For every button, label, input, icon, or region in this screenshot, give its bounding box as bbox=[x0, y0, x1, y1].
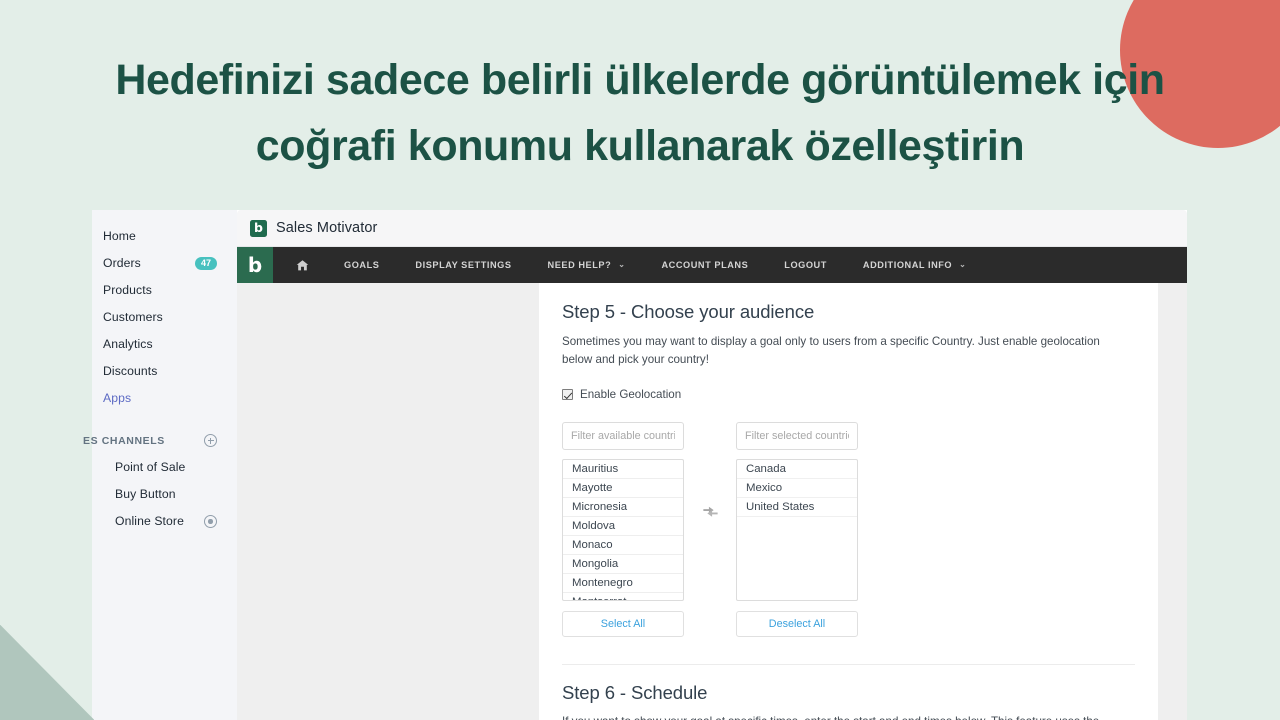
app-logo-icon: b bbox=[250, 219, 267, 237]
sidebar-item-online-store[interactable]: Online Store bbox=[92, 508, 237, 535]
sidebar-item-point-of-sale[interactable]: Point of Sale bbox=[92, 454, 237, 481]
enable-geolocation-checkbox[interactable] bbox=[562, 389, 573, 401]
nav-link-label: DISPLAY SETTINGS bbox=[415, 260, 512, 270]
enable-geolocation-row[interactable]: Enable Geolocation bbox=[562, 388, 1135, 401]
available-countries-list[interactable]: Mauritius Mayotte Micronesia Moldova Mon… bbox=[562, 459, 684, 602]
sidebar-item-label: Apps bbox=[103, 391, 132, 405]
swap-control[interactable] bbox=[684, 422, 736, 600]
list-item[interactable]: Monaco bbox=[563, 536, 683, 556]
sidebar-item-label: Point of Sale bbox=[115, 460, 186, 474]
selected-countries-column: Canada Mexico United States Deselect All bbox=[736, 422, 858, 638]
app-window: Home Orders 47 Products Customers Analyt… bbox=[83, 210, 1187, 720]
nav-link-account-plans[interactable]: ACCOUNT PLANS bbox=[644, 260, 767, 270]
sidebar-item-label: Products bbox=[103, 283, 152, 297]
selected-countries-filter-input[interactable] bbox=[736, 422, 858, 451]
step6-description: If you want to show your goal at specifi… bbox=[562, 713, 1122, 720]
content-card: Step 5 - Choose your audience Sometimes … bbox=[539, 283, 1158, 720]
step5-title: Step 5 - Choose your audience bbox=[562, 301, 815, 322]
sidebar-item-discounts[interactable]: Discounts bbox=[92, 358, 237, 385]
nav-link-display-settings[interactable]: DISPLAY SETTINGS bbox=[397, 260, 529, 270]
app-body: Step 5 - Choose your audience Sometimes … bbox=[237, 283, 1187, 720]
app-title: Sales Motivator bbox=[276, 220, 378, 236]
select-all-button[interactable]: Select All bbox=[562, 611, 684, 638]
swap-arrows-icon[interactable] bbox=[701, 504, 720, 519]
sidebar-item-label: Buy Button bbox=[115, 487, 176, 501]
nav-link-label: ACCOUNT PLANS bbox=[661, 260, 749, 270]
home-icon bbox=[296, 259, 309, 270]
list-item[interactable]: Micronesia bbox=[563, 498, 683, 518]
preview-store-icon[interactable] bbox=[204, 515, 217, 528]
list-item[interactable]: Montserrat bbox=[563, 593, 683, 600]
page-headline: Hedefinizi sadece belirli ülkelerde görü… bbox=[115, 56, 1165, 170]
nav-link-label: NEED HELP? bbox=[547, 260, 612, 270]
sidebar-item-analytics[interactable]: Analytics bbox=[92, 331, 237, 358]
app-titlebar: b Sales Motivator bbox=[237, 210, 1187, 247]
nav-link-label: LOGOUT bbox=[784, 260, 827, 270]
chevron-down-icon: ⌄ bbox=[618, 260, 626, 269]
sidebar-item-buy-button[interactable]: Buy Button bbox=[92, 481, 237, 508]
nav-link-label: ADDITIONAL INFO bbox=[862, 260, 953, 270]
sidebar-item-customers[interactable]: Customers bbox=[92, 304, 237, 331]
nav-home-icon[interactable] bbox=[279, 259, 326, 272]
sidebar-item-label: Discounts bbox=[103, 364, 158, 378]
step5-description: Sometimes you may want to display a goal… bbox=[562, 335, 1100, 366]
enable-geolocation-label: Enable Geolocation bbox=[580, 388, 682, 402]
list-item[interactable]: Mexico bbox=[737, 479, 857, 499]
list-item[interactable]: Mauritius bbox=[563, 460, 683, 480]
nav-link-goals[interactable]: GOALS bbox=[326, 260, 397, 270]
app-navbar: b GOALS DISPLAY SETTINGS NEED HELP? ⌄ AC… bbox=[237, 247, 1187, 283]
app-left-gutter bbox=[237, 283, 539, 720]
embedded-app-panel: b Sales Motivator b GOALS DISPLAY SETTIN… bbox=[237, 210, 1187, 720]
sidebar-section-label: ES CHANNELS bbox=[83, 434, 165, 447]
selected-countries-list[interactable]: Canada Mexico United States bbox=[736, 459, 858, 602]
list-item[interactable]: Mayotte bbox=[563, 479, 683, 499]
decorative-triangle-bottom-left bbox=[0, 625, 94, 720]
sidebar-item-products[interactable]: Products bbox=[92, 277, 237, 304]
country-dual-list: Mauritius Mayotte Micronesia Moldova Mon… bbox=[562, 422, 1135, 638]
available-countries-filter-input[interactable] bbox=[562, 422, 684, 451]
sidebar-item-label: Online Store bbox=[115, 514, 184, 528]
list-item[interactable]: United States bbox=[737, 498, 857, 518]
sidebar-item-label: Customers bbox=[103, 310, 163, 324]
shop-sidebar: Home Orders 47 Products Customers Analyt… bbox=[83, 210, 237, 720]
sidebar-item-label: Orders bbox=[103, 256, 141, 270]
list-item[interactable]: Moldova bbox=[563, 517, 683, 537]
nav-link-label: GOALS bbox=[344, 260, 380, 270]
chevron-down-icon: ⌄ bbox=[959, 260, 967, 269]
sidebar-item-home[interactable]: Home bbox=[92, 223, 237, 250]
nav-link-additional-info[interactable]: ADDITIONAL INFO ⌄ bbox=[845, 260, 985, 270]
list-item[interactable]: Mongolia bbox=[563, 555, 683, 575]
sidebar-section-sales-channels: ES CHANNELS bbox=[83, 427, 237, 454]
orders-count-badge: 47 bbox=[194, 256, 217, 271]
add-channel-icon[interactable] bbox=[204, 434, 217, 447]
navbar-brand-icon[interactable]: b bbox=[237, 247, 273, 283]
step6-title: Step 6 - Schedule bbox=[562, 682, 708, 704]
list-item[interactable]: Montenegro bbox=[563, 574, 683, 594]
available-countries-column: Mauritius Mayotte Micronesia Moldova Mon… bbox=[562, 422, 684, 638]
list-item[interactable]: Canada bbox=[737, 460, 857, 480]
navbar-links: GOALS DISPLAY SETTINGS NEED HELP? ⌄ ACCO… bbox=[273, 247, 984, 283]
sidebar-item-orders[interactable]: Orders 47 bbox=[92, 250, 237, 277]
sidebar-item-label: Home bbox=[103, 229, 136, 243]
deselect-all-button[interactable]: Deselect All bbox=[736, 611, 858, 638]
nav-link-logout[interactable]: LOGOUT bbox=[766, 260, 845, 270]
sidebar-item-label: Analytics bbox=[103, 337, 153, 351]
nav-link-need-help[interactable]: NEED HELP? ⌄ bbox=[530, 260, 644, 270]
sidebar-item-apps[interactable]: Apps bbox=[92, 385, 237, 412]
